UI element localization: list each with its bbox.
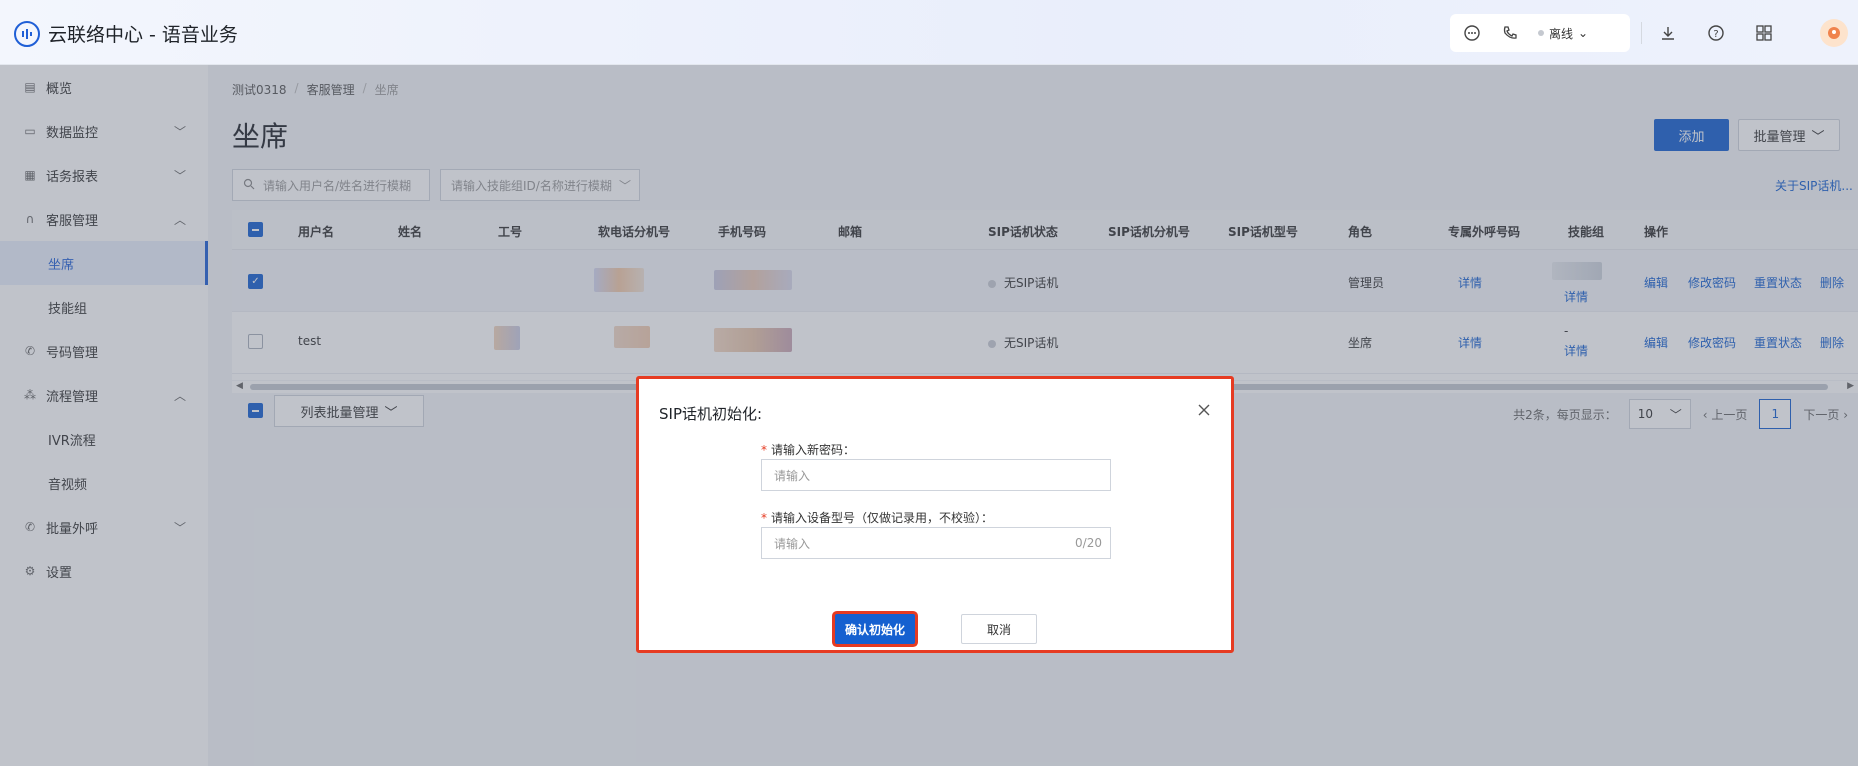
- required-mark: *: [761, 443, 767, 457]
- close-icon[interactable]: [1197, 401, 1211, 422]
- new-password-label-text: 请输入新密码：: [771, 443, 856, 457]
- sip-init-dialog: SIP话机初始化: * 请输入新密码： 请输入 * 请输入设备型号（仅做记录用，不校…: [636, 376, 1234, 653]
- new-password-placeholder: 请输入: [774, 468, 811, 483]
- status-label: 离线: [1549, 26, 1574, 41]
- help-icon[interactable]: ?: [1706, 23, 1726, 43]
- char-counter: 0/20: [1075, 536, 1102, 550]
- new-password-input[interactable]: 请输入: [761, 459, 1111, 491]
- phone-call-icon[interactable]: [1500, 23, 1520, 43]
- confirm-init-button[interactable]: 确认初始化: [835, 614, 915, 644]
- device-model-label: * 请输入设备型号（仅做记录用，不校验）：: [761, 509, 993, 526]
- agent-toolbar: 离线 ⌄: [1450, 14, 1630, 52]
- user-avatar[interactable]: [1820, 19, 1848, 47]
- brand-logo-icon: [14, 20, 40, 47]
- brand: 云联络中心 - 语音业务: [14, 20, 238, 47]
- cancel-button[interactable]: 取消: [961, 614, 1037, 644]
- app-title: 云联络中心 - 语音业务: [48, 24, 238, 46]
- download-icon[interactable]: [1658, 23, 1678, 43]
- required-mark: *: [761, 511, 767, 525]
- chat-icon[interactable]: [1462, 23, 1482, 43]
- divider: [1641, 22, 1642, 44]
- device-model-input[interactable]: 请输入 0/20: [761, 527, 1111, 559]
- status-dot: [1538, 30, 1544, 36]
- top-bar: 云联络中心 - 语音业务 离线 ⌄ ?: [0, 0, 1858, 65]
- device-model-label-text: 请输入设备型号（仅做记录用，不校验）：: [771, 511, 994, 525]
- device-model-placeholder: 请输入: [774, 536, 811, 551]
- svg-text:?: ?: [1713, 29, 1718, 40]
- chevron-down-icon: ⌄: [1578, 26, 1589, 40]
- new-password-label: * 请输入新密码：: [761, 441, 855, 458]
- agent-status-dropdown[interactable]: 离线 ⌄: [1538, 25, 1588, 42]
- dialog-title: SIP话机初始化:: [659, 405, 763, 423]
- apps-grid-icon[interactable]: [1754, 23, 1774, 43]
